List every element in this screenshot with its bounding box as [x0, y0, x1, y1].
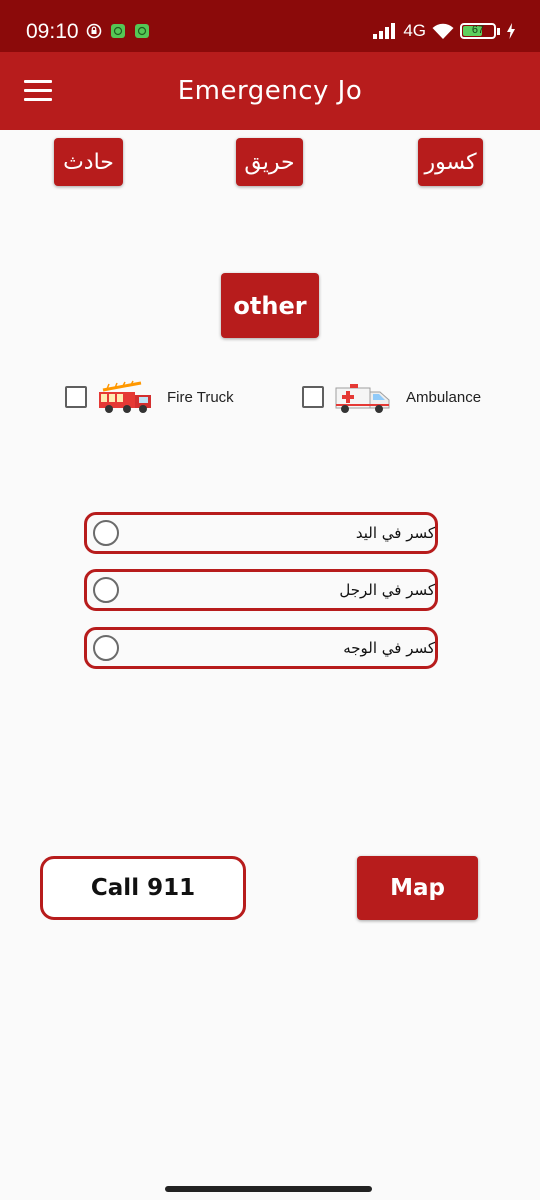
radio-option-hand[interactable]: كسر في اليد — [84, 512, 438, 554]
radio-option-leg[interactable]: كسر في الرجل — [84, 569, 438, 611]
status-bar: 09:10 4G 67 — [0, 0, 540, 52]
radio-label: كسر في الرجل — [339, 581, 435, 599]
home-indicator[interactable] — [165, 1186, 372, 1192]
radio-label: كسر في الوجه — [343, 639, 435, 657]
android-app-icon — [111, 24, 125, 38]
fire-truck-label: Fire Truck — [167, 388, 234, 406]
radio-button[interactable] — [93, 520, 119, 546]
fire-truck-option: Fire Truck — [65, 380, 234, 414]
status-notification-icons — [86, 23, 150, 39]
fractures-button[interactable]: كسور — [418, 138, 483, 186]
status-right-icons: 4G 67 — [373, 21, 516, 41]
battery-nub — [497, 27, 500, 35]
accident-button[interactable]: حادث — [54, 138, 123, 186]
radio-label: كسر في اليد — [355, 524, 435, 542]
radio-button[interactable] — [93, 577, 119, 603]
battery-level: 67 — [471, 24, 485, 36]
wifi-icon — [432, 23, 454, 39]
android-app-icon-2 — [135, 24, 149, 38]
charging-icon — [507, 23, 515, 39]
map-button[interactable]: Map — [357, 856, 478, 920]
network-type: 4G — [403, 21, 426, 40]
signal-icon — [373, 23, 396, 39]
fire-button[interactable]: حريق — [236, 138, 303, 186]
sync-lock-icon — [86, 23, 102, 39]
ambulance-icon — [335, 384, 390, 413]
call-911-button[interactable]: Call 911 — [40, 856, 246, 920]
fire-truck-checkbox[interactable] — [65, 386, 87, 408]
status-time: 09:10 — [26, 20, 79, 43]
radio-option-face[interactable]: كسر في الوجه — [84, 627, 438, 669]
ambulance-label: Ambulance — [406, 388, 482, 406]
ambulance-option: Ambulance — [302, 380, 481, 414]
app-title: Emergency Jo — [177, 76, 363, 106]
other-button[interactable]: other — [221, 273, 319, 338]
app-bar: Emergency Jo — [0, 52, 540, 130]
battery-icon: 67 — [460, 23, 496, 39]
fire-truck-icon — [99, 380, 151, 413]
ambulance-checkbox[interactable] — [302, 386, 324, 408]
radio-button[interactable] — [93, 635, 119, 661]
